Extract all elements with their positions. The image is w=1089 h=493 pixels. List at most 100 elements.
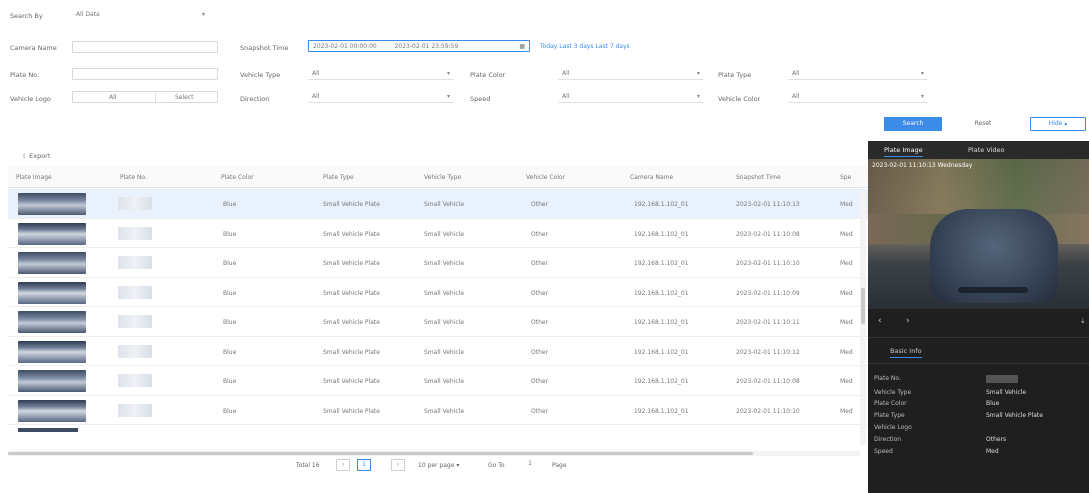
plate-type-select[interactable]: All ▾ [788,68,928,80]
vehicle-type-select[interactable]: All ▾ [308,68,454,80]
table-vertical-scrollbar[interactable] [860,190,866,445]
plate-type-label: Plate Type [718,71,752,79]
chevron-down-icon: ▾ [920,70,924,77]
prev-page-button[interactable]: ‹ [336,459,350,471]
reset-button[interactable]: Reset [960,117,1006,131]
vehicle-logo-select-button[interactable]: Select [175,93,194,102]
search-button[interactable]: Search [884,117,942,131]
table-row[interactable]: Blue Small Vehicle Plate Small Vehicle O… [8,248,870,278]
page-size-value: 10 per page [418,462,455,469]
plate-no-input[interactable] [72,68,218,80]
tab-plate-image[interactable]: Plate Image [884,146,923,157]
cell-vehicle-color: Other [531,319,549,326]
cell-plate-type: Small Vehicle Plate [323,230,380,238]
cell-vehicle-color: Other [531,378,549,385]
detail-key: Speed [874,448,893,455]
cell-snapshot-time: 2023-02-01 11:10:11 [736,319,800,326]
col-plate-image[interactable]: Plate Image [16,174,52,181]
calendar-icon: ▦ [519,43,525,50]
cell-plate-color: Blue [223,319,237,326]
plate-image-thumbnail[interactable] [18,311,86,333]
cell-plate-color: Blue [223,201,237,208]
cell-snapshot-time: 2023-02-01 11:10:09 [736,289,800,297]
plate-color-value: All [562,70,570,77]
chevron-right-icon: › [396,461,400,468]
prev-image-icon[interactable]: ‹ [878,316,882,326]
cell-vehicle-color: Other [531,407,549,415]
plate-color-label: Plate Color [470,71,506,79]
download-icon[interactable]: ⇣ [1080,317,1086,325]
plate-color-select[interactable]: All ▾ [558,68,704,80]
speed-select[interactable]: All ▾ [558,91,704,103]
col-camera-name[interactable]: Camera Name [630,174,673,181]
page-number-button[interactable]: 1 [357,459,371,471]
col-speed[interactable]: Spe [840,174,851,181]
col-vehicle-type[interactable]: Vehicle Type [424,174,461,181]
plate-image-thumbnail[interactable] [18,340,86,363]
plate-image-thumbnail[interactable] [18,399,86,422]
col-snapshot-time[interactable]: Snapshot Time [736,174,781,181]
plate-image-thumbnail[interactable] [18,370,86,392]
cell-vehicle-type: Small Vehicle [424,407,465,415]
scrollbar-thumb[interactable] [8,452,753,455]
direction-value: All [312,93,320,100]
cell-camera-name: 192.168.1.102_01 [634,407,689,415]
chevron-down-icon: ▾ [920,93,924,100]
cell-camera-name: 192.168.1.102_01 [634,319,689,326]
tab-plate-video[interactable]: Plate Video [968,146,1005,154]
export-icon: ⇪ [22,153,28,160]
vehicle-color-select[interactable]: All ▾ [788,91,928,103]
table-row[interactable]: Blue Small Vehicle Plate Small Vehicle O… [8,337,870,366]
quick-time-links[interactable]: Today Last 3 days Last 7 days [540,43,630,50]
plate-image-thumbnail[interactable] [18,252,86,274]
table-horizontal-scrollbar[interactable] [8,451,860,456]
cell-speed: Med [840,230,853,238]
col-vehicle-color[interactable]: Vehicle Color [526,174,565,181]
next-image-icon[interactable]: › [906,316,910,326]
tab-basic-info[interactable]: Basic Info [890,347,922,358]
goto-page-input[interactable]: 1 [518,459,542,471]
col-plate-no[interactable]: Plate No. [120,174,147,181]
vehicle-logo-field[interactable]: All Select [72,91,218,103]
page-size-select[interactable]: 10 per page ▾ [418,462,459,469]
chevron-up-icon: ▴ [1064,120,1068,127]
snapshot-time-range[interactable]: 2023-02-01 00:00:00 2023-02-01 23:59:59 … [308,40,530,52]
col-plate-color[interactable]: Plate Color [221,174,254,181]
table-row[interactable]: Blue Small Vehicle Plate Small Vehicle O… [8,278,870,307]
plate-image-thumbnail[interactable] [18,222,86,245]
detail-key: Plate Type [874,412,905,419]
search-by-label: Search By [10,12,43,20]
scrollbar-thumb[interactable] [861,288,865,324]
goto-label: Go To [488,462,505,469]
cell-snapshot-time: 2023-02-01 11:10:13 [736,201,800,208]
snapshot-timestamp-overlay: 2023-02-01 11:10:13 Wednesday [872,162,973,169]
col-plate-type[interactable]: Plate Type [323,174,354,181]
camera-name-input[interactable] [72,41,218,53]
plate-image-thumbnail[interactable] [18,193,86,215]
vehicle-type-value: All [312,70,320,77]
cell-snapshot-time: 2023-02-01 11:10:08 [736,378,800,385]
cell-camera-name: 192.168.1.102_01 [634,289,689,297]
search-by-select[interactable]: All Data ▾ [72,9,209,21]
table-row[interactable]: Blue Small Vehicle Plate Small Vehicle O… [8,366,870,396]
detail-value: Others [986,436,1007,443]
speed-value: All [562,93,570,100]
next-page-button[interactable]: › [391,459,405,471]
cell-speed: Med [840,289,853,297]
table-row[interactable]: Blue Small Vehicle Plate Small Vehicle O… [8,396,870,425]
table-row[interactable]: Blue Small Vehicle Plate Small Vehicle O… [8,189,870,219]
table-row[interactable]: Blue Small Vehicle Plate Small Vehicle O… [8,307,870,337]
cell-snapshot-time: 2023-02-01 11:10:10 [736,407,800,415]
cell-plate-type: Small Vehicle Plate [323,378,380,385]
export-button[interactable]: ⇪ Export [22,152,50,160]
cell-plate-color: Blue [223,348,237,356]
table-row[interactable]: Blue Small Vehicle Plate Small Vehicle O… [8,219,870,248]
detail-key: Direction [874,436,902,443]
hide-filters-button[interactable]: Hide ▴ [1030,117,1086,131]
cell-speed: Med [840,348,853,356]
direction-select[interactable]: All ▾ [308,91,454,103]
plate-image-thumbnail[interactable] [18,281,86,304]
cell-vehicle-type: Small Vehicle [424,348,465,356]
snapshot-image[interactable]: 2023-02-01 11:10:13 Wednesday [868,159,1089,309]
cell-speed: Med [840,407,853,415]
